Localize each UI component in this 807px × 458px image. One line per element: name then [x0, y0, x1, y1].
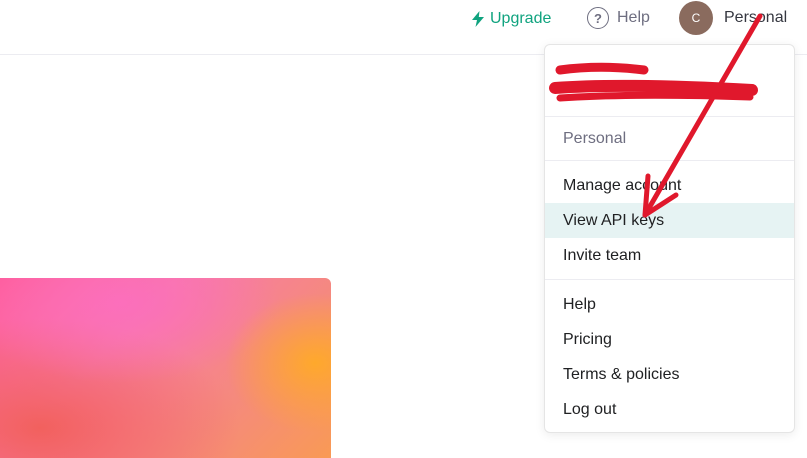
gradient-banner-image: [0, 278, 331, 458]
menu-item-view-api-keys[interactable]: View API keys: [545, 203, 794, 238]
menu-section-label: Personal: [563, 130, 627, 147]
menu-divider: [545, 160, 794, 161]
question-circle-icon: ?: [587, 7, 609, 29]
help-label: Help: [617, 9, 650, 26]
menu-item-help[interactable]: Help: [545, 287, 794, 322]
upgrade-link[interactable]: Upgrade: [471, 8, 551, 30]
menu-user-header: [545, 45, 794, 117]
avatar: C: [679, 1, 713, 35]
help-link[interactable]: ? Help: [587, 7, 650, 29]
menu-item-pricing[interactable]: Pricing: [545, 322, 794, 357]
upgrade-label: Upgrade: [490, 10, 552, 27]
menu-divider: [545, 279, 794, 280]
menu-item-log-out[interactable]: Log out: [545, 392, 794, 427]
account-menu-button[interactable]: C Personal: [679, 1, 787, 35]
account-dropdown-menu: Personal Manage account View API keys In…: [544, 44, 795, 433]
menu-item-terms-policies[interactable]: Terms & policies: [545, 357, 794, 392]
menu-item-manage-account[interactable]: Manage account: [545, 168, 794, 203]
account-label: Personal: [724, 9, 788, 26]
menu-item-invite-team[interactable]: Invite team: [545, 238, 794, 273]
lightning-bolt-icon: [472, 11, 484, 27]
